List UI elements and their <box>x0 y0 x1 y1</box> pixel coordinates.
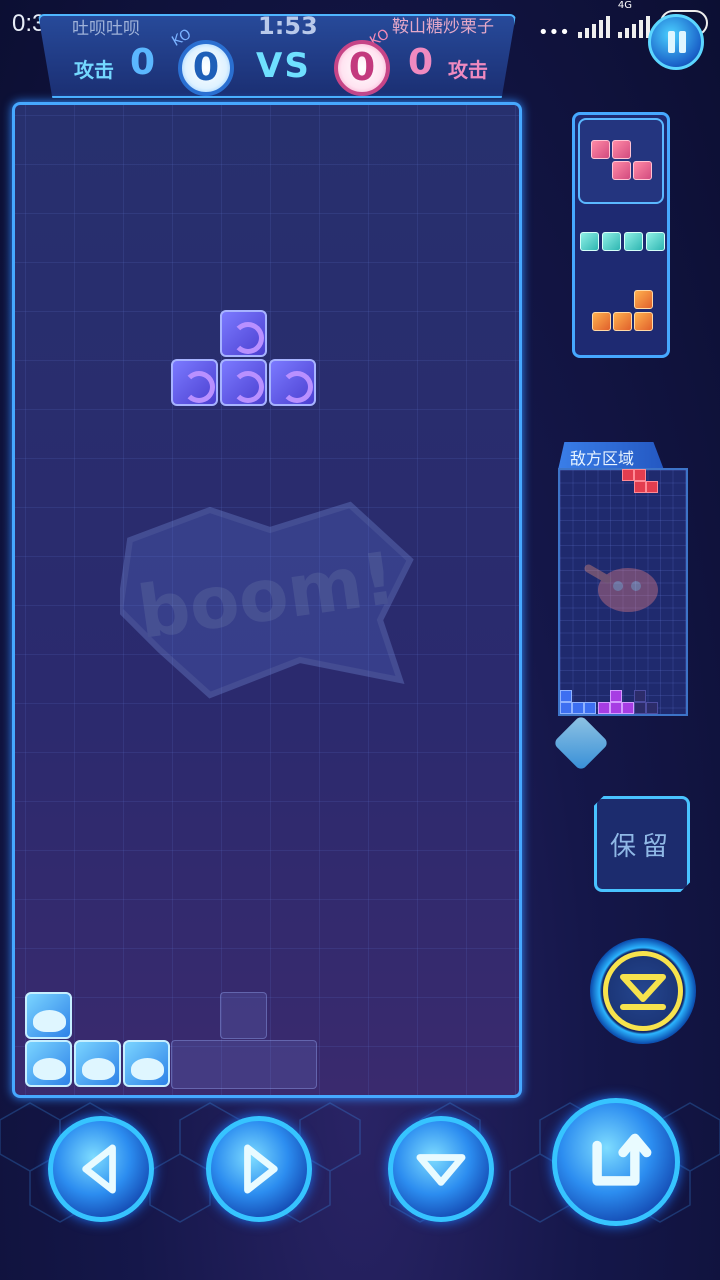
opponent-block <box>598 702 610 714</box>
player2-attack-value: 0 <box>408 42 434 83</box>
next-piece-block <box>633 161 652 180</box>
move-left-icon <box>82 1144 116 1194</box>
next-piece-block <box>612 140 631 159</box>
opponent-ghost-block <box>646 702 658 714</box>
falling-piece-block <box>171 359 218 406</box>
pause-icon <box>668 31 675 53</box>
opponent-block <box>622 469 634 481</box>
stacked-block <box>25 992 72 1039</box>
opponent-area-label: 敌方区域 <box>570 449 635 468</box>
player1-ko-count: 0 <box>178 40 234 96</box>
opponent-block <box>622 702 634 714</box>
more-icon: ••• <box>538 22 570 43</box>
opponent-block <box>610 702 622 714</box>
network-icon: 4G <box>617 0 650 38</box>
boom-watermark: boom! <box>120 501 414 699</box>
opponent-block <box>560 690 572 702</box>
opponent-block <box>584 702 596 714</box>
falling-piece-block <box>220 359 267 406</box>
queued-piece-block <box>634 312 653 331</box>
player2-name: 鞍山糖炒栗子 <box>392 17 494 37</box>
next-piece-block <box>591 140 610 159</box>
queued-piece-block <box>646 232 665 251</box>
hard-drop-icon <box>620 974 666 1010</box>
opponent-block <box>572 702 584 714</box>
queued-piece-block <box>602 232 621 251</box>
match-timer: 1:53 <box>258 12 318 40</box>
rotate-icon <box>592 1133 652 1186</box>
player1-attack-label: 攻击 <box>74 58 114 82</box>
next-piece-block <box>612 161 631 180</box>
rotate-button[interactable] <box>552 1098 680 1226</box>
vs-label: VS <box>256 46 311 86</box>
move-left-button[interactable] <box>48 1116 154 1222</box>
soft-drop-icon <box>416 1154 466 1186</box>
move-right-button[interactable] <box>206 1116 312 1222</box>
opponent-block <box>560 702 572 714</box>
falling-piece-block <box>269 359 316 406</box>
player1-attack-value: 0 <box>130 42 156 83</box>
pause-button[interactable] <box>648 14 704 70</box>
player2-ko-count: 0 <box>334 40 390 96</box>
opponent-block <box>634 481 646 493</box>
opponent-block <box>646 481 658 493</box>
player1-name: 吐呗吐呗 <box>72 19 140 39</box>
signal-indicators: ••• 4G <box>538 0 650 43</box>
ghost-piece-block <box>220 992 267 1039</box>
network-type: 4G <box>617 0 632 11</box>
item-cube-icon <box>552 714 610 772</box>
hold-label: 保留 <box>610 832 675 862</box>
pause-icon-bar <box>679 31 686 53</box>
hard-drop-ring <box>603 951 683 1031</box>
queued-piece-block <box>624 232 643 251</box>
falling-piece-block <box>220 310 267 357</box>
player2-attack-label: 攻击 <box>448 58 488 82</box>
opponent-avatar-icon <box>584 564 658 612</box>
opponent-block <box>610 690 622 702</box>
opponent-ghost-block <box>634 702 646 714</box>
queued-piece-block <box>613 312 632 331</box>
signal-icon <box>577 16 610 38</box>
opponent-ghost-block <box>634 690 646 702</box>
queued-piece-block <box>634 290 653 309</box>
opponent-block <box>634 469 646 481</box>
queued-piece-block <box>592 312 611 331</box>
move-right-icon <box>244 1144 278 1194</box>
queued-piece-block <box>580 232 599 251</box>
soft-drop-button[interactable] <box>388 1116 494 1222</box>
